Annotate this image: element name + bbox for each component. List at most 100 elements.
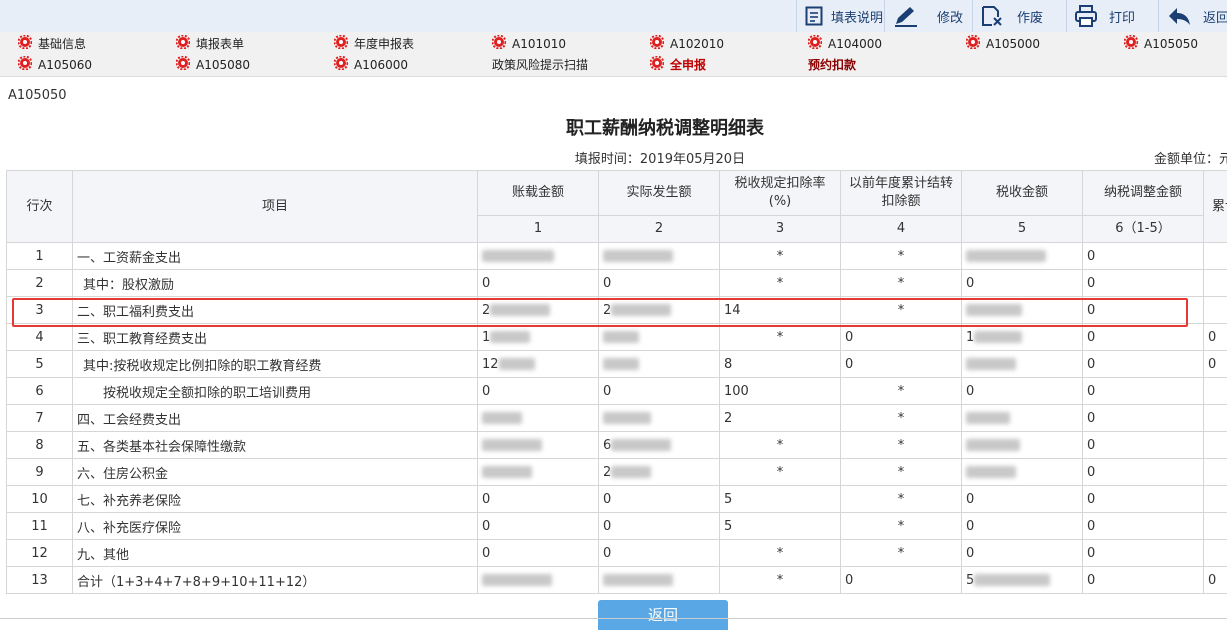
cell-c7[interactable] — [1204, 540, 1227, 567]
cell-c7[interactable]: 0 — [1204, 351, 1227, 378]
cell-c2[interactable] — [599, 243, 720, 270]
nav-item-scheduled-deduction[interactable]: 预约扣款 — [808, 55, 856, 75]
nav-item-a105060[interactable]: A105060 — [18, 55, 92, 75]
amount-unit: 金额单位：元 — [1154, 148, 1227, 167]
cell-c6[interactable]: 0 — [1083, 243, 1204, 270]
cell-c6[interactable]: 0 — [1083, 378, 1204, 405]
cell-c7[interactable] — [1204, 270, 1227, 297]
cell-value: 0 — [482, 276, 490, 291]
nav-item-a105080[interactable]: A105080 — [176, 55, 250, 75]
edit-button[interactable]: 修改 — [884, 0, 981, 32]
cell-c2[interactable]: 0 — [599, 486, 720, 513]
cell-c6[interactable]: 0 — [1083, 540, 1204, 567]
cell-c2[interactable]: 0 — [599, 513, 720, 540]
cell-value: * — [898, 438, 905, 453]
cell-c1[interactable]: 0 — [478, 378, 599, 405]
return-button[interactable]: 返回 — [598, 600, 728, 630]
nav-item-fill-forms[interactable]: 填报表单 — [176, 34, 244, 54]
cell-c7[interactable] — [1204, 243, 1227, 270]
cell-c1[interactable] — [478, 432, 599, 459]
cell-c2[interactable]: 2 — [599, 459, 720, 486]
nav-item-a104000[interactable]: A104000 — [808, 34, 882, 54]
row-number: 13 — [7, 567, 73, 594]
nav-item-risk-scan[interactable]: 政策风险提示扫描 — [492, 55, 588, 75]
cell-c1[interactable]: 0 — [478, 540, 599, 567]
cell-c7[interactable] — [1204, 432, 1227, 459]
nav-item-basic-info[interactable]: 基础信息 — [18, 34, 86, 54]
cell-c5[interactable]: 0 — [962, 540, 1083, 567]
cell-c2[interactable] — [599, 351, 720, 378]
cell-c1[interactable]: 12 — [478, 351, 599, 378]
cell-c1[interactable]: 1 — [478, 324, 599, 351]
void-button[interactable]: 作废 — [972, 0, 1069, 32]
cell-c6[interactable]: 0 — [1083, 324, 1204, 351]
cell-c6[interactable]: 0 — [1083, 270, 1204, 297]
row-item-label: 八、补充医疗保险 — [73, 513, 478, 540]
cell-c5[interactable]: 0 — [962, 486, 1083, 513]
cell-c5[interactable] — [962, 297, 1083, 324]
cell-c5[interactable] — [962, 459, 1083, 486]
nav-item-label: A102010 — [670, 37, 724, 51]
cell-value: 0 — [482, 492, 490, 507]
cell-c6[interactable]: 0 — [1083, 459, 1204, 486]
cell-c6[interactable]: 0 — [1083, 297, 1204, 324]
cell-c1[interactable] — [478, 243, 599, 270]
nav-item-a105000[interactable]: A105000 — [966, 34, 1040, 54]
cell-c5[interactable]: 0 — [962, 513, 1083, 540]
cell-c1[interactable] — [478, 567, 599, 594]
table-row: 8五、各类基本社会保障性缴款6**0 — [7, 432, 1227, 459]
cell-c6[interactable]: 0 — [1083, 351, 1204, 378]
cell-c5[interactable] — [962, 405, 1083, 432]
cell-c6[interactable]: 0 — [1083, 513, 1204, 540]
cell-c5[interactable] — [962, 351, 1083, 378]
cell-c7[interactable] — [1204, 513, 1227, 540]
cell-c6[interactable]: 0 — [1083, 432, 1204, 459]
cell-c2[interactable]: 0 — [599, 540, 720, 567]
void-label: 作废 — [1017, 7, 1043, 26]
nav-item-a105050[interactable]: A105050 — [1124, 34, 1198, 54]
nav-item-a106000[interactable]: A106000 — [334, 55, 408, 75]
cell-c2[interactable]: 0 — [599, 270, 720, 297]
cell-c5[interactable]: 5 — [962, 567, 1083, 594]
print-button[interactable]: 打印 — [1066, 0, 1163, 32]
cell-c2[interactable]: 0 — [599, 378, 720, 405]
nav-item-a102010[interactable]: A102010 — [650, 34, 724, 54]
cell-value: * — [777, 249, 784, 264]
cell-c5[interactable] — [962, 432, 1083, 459]
cell-c7[interactable] — [1204, 405, 1227, 432]
nav-item-annual-return[interactable]: 年度申报表 — [334, 34, 414, 54]
cell-c2[interactable] — [599, 567, 720, 594]
cell-c1[interactable]: 0 — [478, 513, 599, 540]
cell-c1[interactable] — [478, 459, 599, 486]
cell-c5[interactable] — [962, 243, 1083, 270]
nav-item-full-declare[interactable]: 全申报 — [650, 55, 706, 75]
cell-c7[interactable] — [1204, 297, 1227, 324]
cell-value: 0 — [1087, 357, 1095, 372]
back-button[interactable]: 返回 — [1158, 0, 1227, 32]
cell-c5[interactable]: 0 — [962, 378, 1083, 405]
cell-c6[interactable]: 0 — [1083, 405, 1204, 432]
cell-value: 0 — [1087, 492, 1095, 507]
cell-c6[interactable]: 0 — [1083, 567, 1204, 594]
cell-c7[interactable]: 0 — [1204, 567, 1227, 594]
cell-c2[interactable]: 2 — [599, 297, 720, 324]
cell-c5[interactable]: 1 — [962, 324, 1083, 351]
cell-c1[interactable]: 0 — [478, 270, 599, 297]
nav-item-a101010[interactable]: A101010 — [492, 34, 566, 54]
cell-c2[interactable] — [599, 324, 720, 351]
cell-c1[interactable]: 2 — [478, 297, 599, 324]
cell-c1[interactable]: 0 — [478, 486, 599, 513]
cell-c7[interactable] — [1204, 459, 1227, 486]
cell-c6[interactable]: 0 — [1083, 486, 1204, 513]
cell-c2[interactable] — [599, 405, 720, 432]
cell-c5[interactable]: 0 — [962, 270, 1083, 297]
cell-c1[interactable] — [478, 405, 599, 432]
cell-c2[interactable]: 6 — [599, 432, 720, 459]
cell-c7[interactable] — [1204, 378, 1227, 405]
cell-c4: * — [841, 270, 962, 297]
cell-c4: * — [841, 540, 962, 567]
cell-c4: 0 — [841, 567, 962, 594]
cell-c7[interactable]: 0 — [1204, 324, 1227, 351]
cell-c3: * — [720, 270, 841, 297]
cell-c7[interactable] — [1204, 486, 1227, 513]
